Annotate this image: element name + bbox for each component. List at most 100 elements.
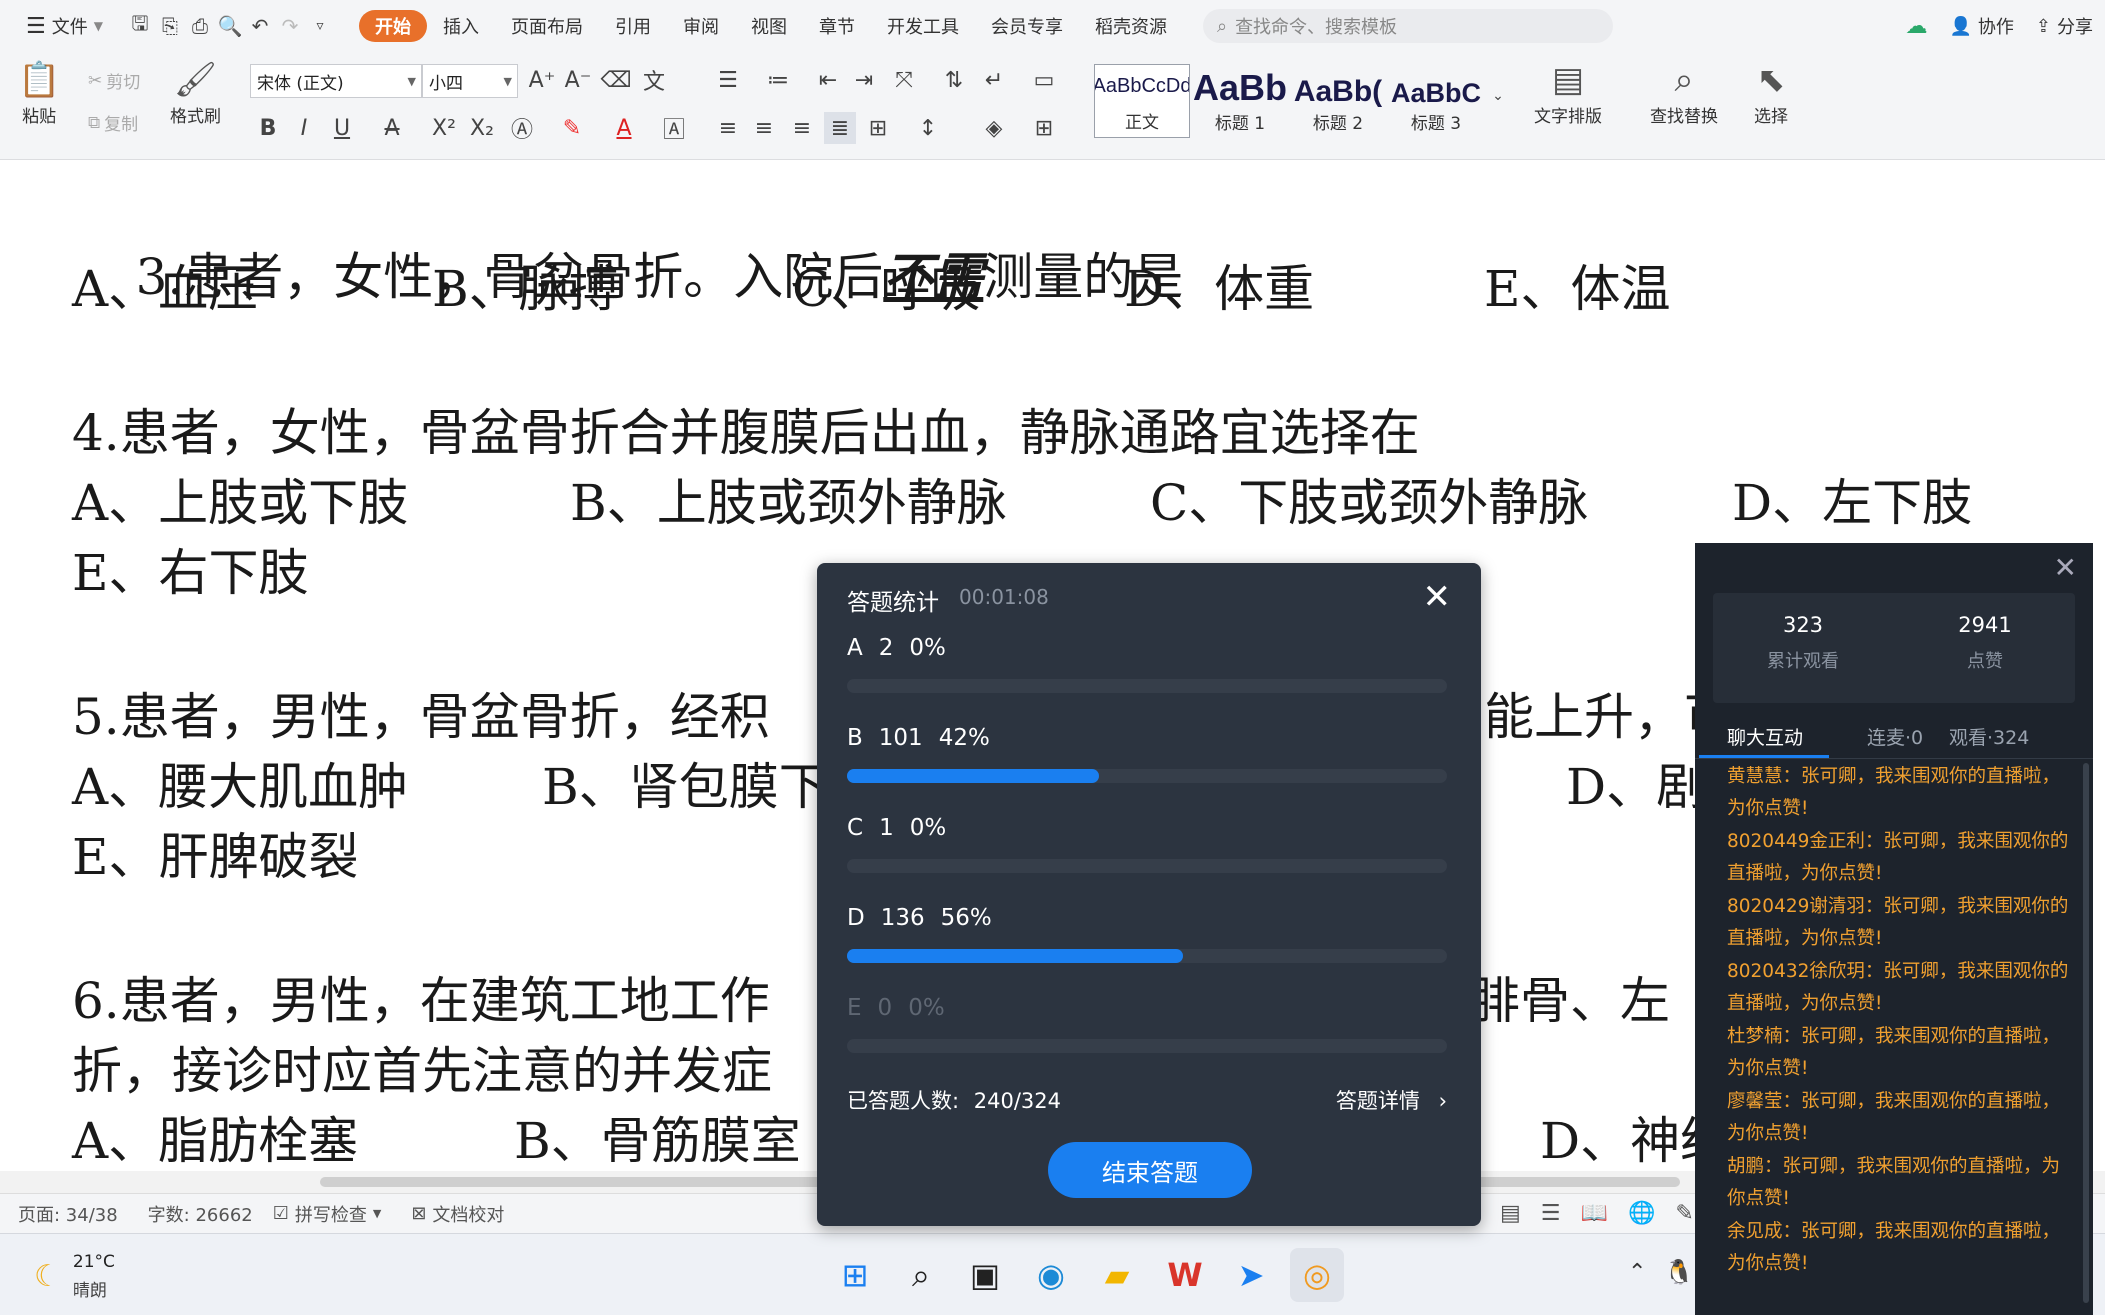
option-letter: A: [847, 635, 863, 661]
qq-tray-icon[interactable]: 🐧: [1664, 1258, 1694, 1286]
windows-start-icon[interactable]: ⊞: [828, 1248, 882, 1302]
close-icon[interactable]: ✕: [2054, 551, 2077, 584]
format-painter-button[interactable]: 🖌 格式刷: [170, 58, 221, 127]
shrink-font-icon[interactable]: A⁻: [562, 64, 594, 96]
italic-icon[interactable]: I: [288, 112, 320, 144]
tab-chat[interactable]: 聊大互动: [1727, 723, 1803, 750]
styles-more-icon[interactable]: ⌄: [1482, 80, 1514, 112]
print-icon[interactable]: ⎙: [185, 11, 215, 41]
strikethrough-icon[interactable]: A: [376, 112, 408, 144]
tab-viewers[interactable]: 观看·324: [1949, 723, 2029, 750]
align-right-icon[interactable]: ≡: [786, 112, 818, 144]
cloud-sync-icon[interactable]: ☁: [1905, 14, 1927, 39]
decrease-indent-icon[interactable]: ⇤: [812, 64, 844, 96]
text-effect-icon[interactable]: Ⓐ: [506, 112, 538, 144]
tab-docer[interactable]: 稻壳资源: [1079, 10, 1183, 42]
file-menu[interactable]: ☰ 文件 ▼: [18, 0, 111, 52]
save-icon[interactable]: 🖫: [125, 11, 155, 41]
tab-member[interactable]: 会员专享: [975, 10, 1079, 42]
sort-icon[interactable]: ⇅: [938, 64, 970, 96]
print-preview-icon[interactable]: 🔍: [215, 11, 245, 41]
show-marks-icon[interactable]: ↵: [978, 64, 1010, 96]
page-view-icon[interactable]: ▤: [1500, 1201, 1521, 1226]
weather-widget[interactable]: ☾ 21°C 晴朗: [34, 1252, 115, 1301]
phonetic-guide-icon[interactable]: 文: [638, 64, 670, 96]
collab-button[interactable]: 👤 协作: [1949, 13, 2013, 39]
increase-indent-icon[interactable]: ⇥: [848, 64, 880, 96]
q6-option-a: A、脂肪栓塞: [72, 1112, 359, 1170]
edge-browser-icon[interactable]: ◉: [1024, 1248, 1078, 1302]
style-heading-3[interactable]: AaBbC 标题 3: [1388, 64, 1484, 138]
option-count: 1: [879, 815, 894, 841]
edit-view-icon[interactable]: ✎: [1675, 1201, 1693, 1226]
more-icon[interactable]: ▿: [305, 11, 335, 41]
option-row: C 1 0%: [847, 815, 1447, 873]
chat-message-list[interactable]: 黄慧慧：张可卿，我来围观你的直播啦，为你点赞! 8020449金正利：张可卿，我…: [1727, 761, 2075, 1281]
border-icon[interactable]: ⊞: [1028, 112, 1060, 144]
tab-developer[interactable]: 开发工具: [871, 10, 975, 42]
distribute-icon[interactable]: ⊞: [862, 112, 894, 144]
underline-icon[interactable]: U: [326, 112, 358, 144]
style-normal[interactable]: AaBbCcDd 正文: [1094, 64, 1190, 138]
tray-chevron-icon[interactable]: ⌃: [1628, 1260, 1646, 1285]
line-spacing-icon[interactable]: ↕: [912, 112, 944, 144]
clear-format-icon[interactable]: ⌫: [600, 64, 632, 96]
chat-scrollbar[interactable]: [2083, 763, 2089, 1303]
tab-page-layout[interactable]: 页面布局: [495, 10, 599, 42]
tab-view[interactable]: 视图: [735, 10, 803, 42]
tab-home[interactable]: 开始: [358, 10, 427, 42]
word-count[interactable]: 字数: 26662: [118, 1201, 253, 1227]
subscript-icon[interactable]: X₂: [466, 112, 498, 144]
read-view-icon[interactable]: 📖: [1581, 1201, 1608, 1226]
font-color-icon[interactable]: A: [608, 112, 640, 144]
cut-button[interactable]: ✂ 剪切: [88, 68, 140, 94]
task-view-icon[interactable]: ▣: [958, 1248, 1012, 1302]
text-layout-button[interactable]: ▤ 文字排版: [1534, 58, 1602, 127]
tab-ruler-icon[interactable]: ▭: [1028, 64, 1060, 96]
select-button[interactable]: ⬉ 选择: [1754, 58, 1788, 127]
redo-icon[interactable]: ↷: [275, 11, 305, 41]
undo-icon[interactable]: ↶: [245, 11, 275, 41]
paste-button[interactable]: 📋 粘贴: [18, 58, 60, 127]
spell-check-button[interactable]: ☑ 拼写检查 ▼: [253, 1201, 382, 1227]
tab-mic[interactable]: 连麦·0: [1867, 723, 1923, 750]
tab-review[interactable]: 审阅: [667, 10, 735, 42]
char-shading-icon[interactable]: 🄰: [658, 112, 690, 144]
file-explorer-icon[interactable]: ▰: [1090, 1248, 1144, 1302]
highlight-icon[interactable]: ✎: [556, 112, 588, 144]
tab-insert[interactable]: 插入: [427, 10, 495, 42]
web-view-icon[interactable]: 🌐: [1628, 1201, 1655, 1226]
command-search[interactable]: ⌕ 查找命令、搜索模板: [1202, 9, 1613, 43]
tab-section[interactable]: 章节: [803, 10, 871, 42]
wps-writer-icon[interactable]: W: [1158, 1248, 1212, 1302]
live-app-icon[interactable]: ◎: [1290, 1248, 1344, 1302]
tab-references[interactable]: 引用: [599, 10, 667, 42]
chinese-layout-icon[interactable]: ⤧: [888, 64, 920, 96]
align-justify-icon[interactable]: ≣: [824, 112, 856, 144]
search-icon[interactable]: ⌕: [894, 1248, 948, 1302]
font-name-select[interactable]: 宋体 (正文) ▼: [250, 64, 422, 98]
style-heading-2[interactable]: AaBb( 标题 2: [1290, 64, 1386, 138]
style-heading-1[interactable]: AaBb 标题 1: [1192, 64, 1288, 138]
bold-icon[interactable]: B: [252, 112, 284, 144]
bullet-list-icon[interactable]: ☰: [712, 64, 744, 96]
answer-detail-link[interactable]: 答题详情 ›: [1336, 1085, 1447, 1115]
close-icon[interactable]: ✕: [1423, 577, 1452, 617]
page-indicator[interactable]: 页面: 34/38: [0, 1201, 118, 1227]
export-pdf-icon[interactable]: ⎘: [155, 11, 185, 41]
copy-button[interactable]: ⧉ 复制: [88, 110, 138, 136]
outline-view-icon[interactable]: ☰: [1541, 1201, 1561, 1226]
grow-font-icon[interactable]: A⁺: [526, 64, 558, 96]
shading-icon[interactable]: ◈: [978, 112, 1010, 144]
file-menu-label: 文件: [51, 17, 88, 38]
numbered-list-icon[interactable]: ≔: [762, 64, 794, 96]
superscript-icon[interactable]: X²: [428, 112, 460, 144]
find-replace-button[interactable]: ⌕ 查找替换: [1650, 58, 1718, 127]
end-answer-button[interactable]: 结束答题: [1048, 1142, 1252, 1198]
proofread-button[interactable]: ⊠ 文档校对: [381, 1201, 504, 1227]
align-center-icon[interactable]: ≡: [748, 112, 780, 144]
share-button[interactable]: ⇪ 分享: [2036, 13, 2093, 39]
messenger-icon[interactable]: ➤: [1224, 1248, 1278, 1302]
font-size-select[interactable]: 小四 ▼: [422, 64, 518, 98]
align-left-icon[interactable]: ≡: [712, 112, 744, 144]
